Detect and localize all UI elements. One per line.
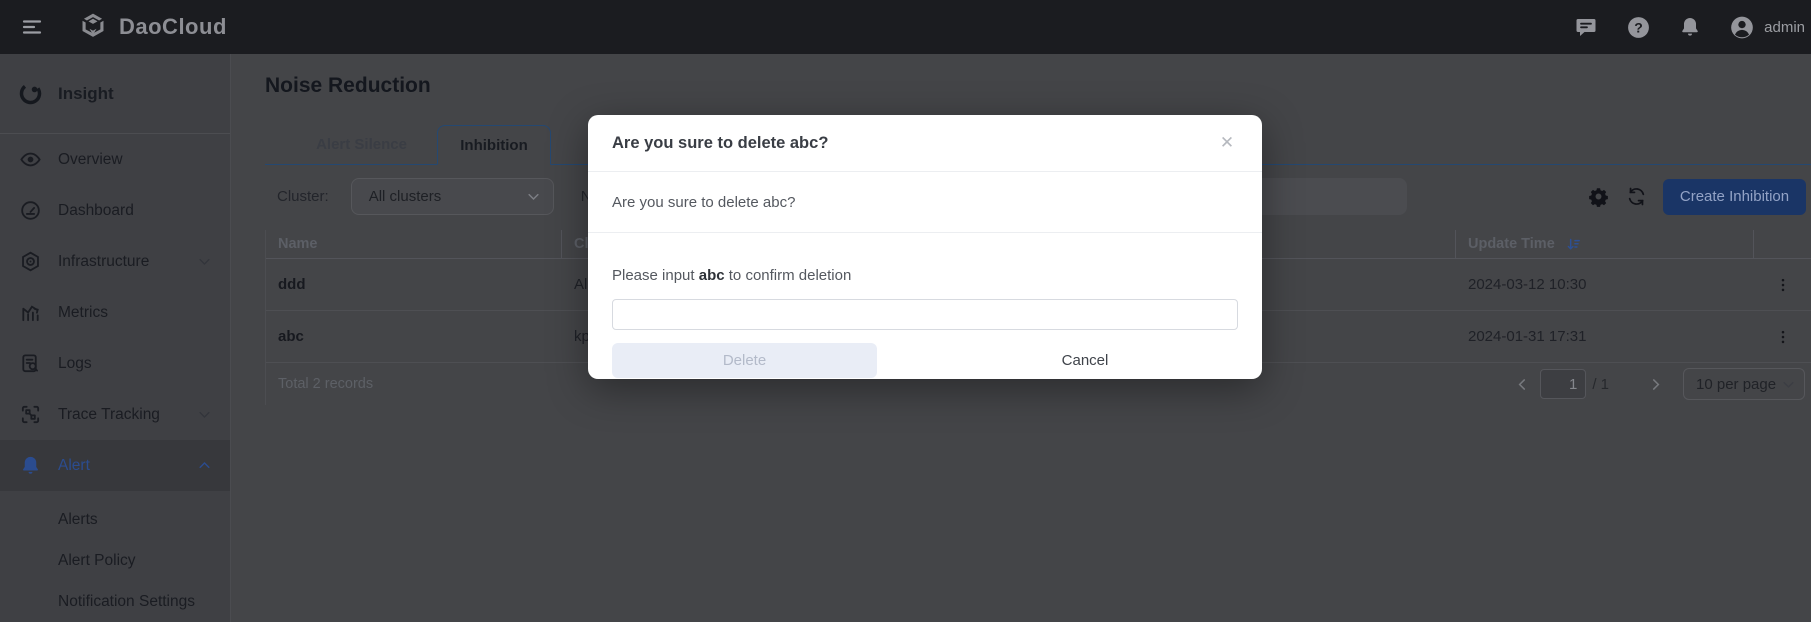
dialog-title: Are you sure to delete abc? (612, 133, 829, 152)
user-menu[interactable]: admin (1729, 14, 1805, 40)
notifications-bell-icon[interactable] (1677, 14, 1703, 40)
dialog-footer: Delete Cancel (588, 343, 1262, 378)
topbar-actions: ? admin (1573, 14, 1811, 40)
avatar-icon (1729, 14, 1755, 40)
help-icon[interactable]: ? (1625, 14, 1651, 40)
dialog-header: Are you sure to delete abc? ✕ (588, 115, 1262, 172)
svg-text:?: ? (1634, 19, 1643, 35)
confirm-instruction: Please input abc to confirm deletion (612, 267, 852, 284)
close-icon[interactable]: ✕ (1216, 132, 1238, 154)
brand-name: DaoCloud (119, 14, 227, 39)
delete-button[interactable]: Delete (612, 343, 877, 378)
brand: DaoCloud (76, 10, 227, 44)
feedback-icon[interactable] (1573, 14, 1599, 40)
username: admin (1764, 18, 1805, 36)
daocloud-logo-icon (76, 10, 110, 44)
app-root: DaoCloud ? admin Insight Overview Dashbo… (0, 0, 1811, 622)
dialog-question: Are you sure to delete abc? (588, 172, 1262, 233)
confirm-target-name: abc (698, 267, 725, 284)
top-navbar: DaoCloud ? admin (0, 0, 1811, 54)
menu-icon[interactable] (16, 11, 48, 43)
confirm-name-input[interactable] (612, 299, 1238, 330)
cancel-button[interactable]: Cancel (932, 351, 1238, 370)
delete-confirm-dialog: Are you sure to delete abc? ✕ Are you su… (588, 115, 1262, 379)
